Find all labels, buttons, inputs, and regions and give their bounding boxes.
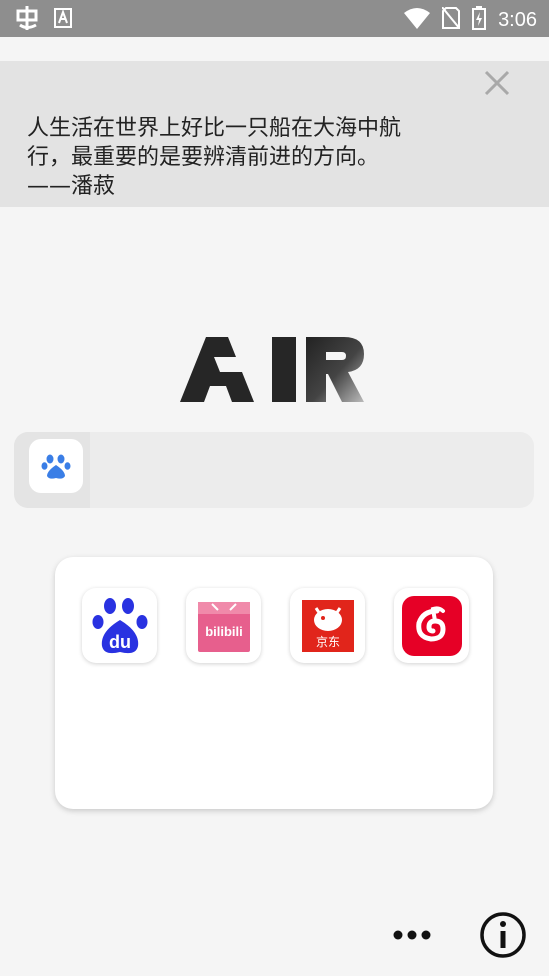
svg-text:京东: 京东 xyxy=(315,635,339,649)
clock: 3:06 xyxy=(498,8,537,31)
search-input[interactable] xyxy=(92,440,526,502)
font-icon xyxy=(54,8,72,32)
bilibili-tv-icon: bilibili xyxy=(197,601,250,652)
paw-icon xyxy=(41,454,71,479)
shortcut-netease-music[interactable] xyxy=(394,588,469,663)
status-bar: 3:06 xyxy=(0,0,549,37)
wifi-icon xyxy=(404,7,431,33)
shortcut-bilibili[interactable]: bilibili xyxy=(186,588,261,663)
quote-line-2: 行，最重要的是要辨清前进的方向。 xyxy=(27,145,380,170)
info-button[interactable] xyxy=(478,910,528,960)
jd-dog-icon: 京东 xyxy=(301,599,354,652)
quote-author: ——潘菽 xyxy=(27,174,116,199)
search-engine-button[interactable] xyxy=(29,439,83,493)
bug-icon xyxy=(14,6,40,34)
quote-text: 人生活在世界上好比一只船在大海中航 行，最重要的是要辨清前进的方向。 ——潘菽 xyxy=(27,114,467,201)
shortcut-jd[interactable]: 京东 xyxy=(290,588,365,663)
more-dots-icon xyxy=(393,930,431,940)
baidu-paw-icon: du xyxy=(92,597,147,653)
close-banner-button[interactable] xyxy=(480,66,514,100)
svg-text:bilibili: bilibili xyxy=(205,624,243,639)
battery-charging-icon xyxy=(472,6,487,34)
no-sim-icon xyxy=(441,6,461,33)
quote-line-1: 人生活在世界上好比一只船在大海中航 xyxy=(27,116,402,141)
air-logo xyxy=(176,334,368,404)
netease-music-icon xyxy=(401,595,462,656)
close-icon xyxy=(484,70,510,96)
info-icon xyxy=(480,912,526,958)
shortcut-baidu[interactable]: du xyxy=(82,588,157,663)
more-button[interactable] xyxy=(390,920,434,950)
svg-text:du: du xyxy=(109,632,131,652)
